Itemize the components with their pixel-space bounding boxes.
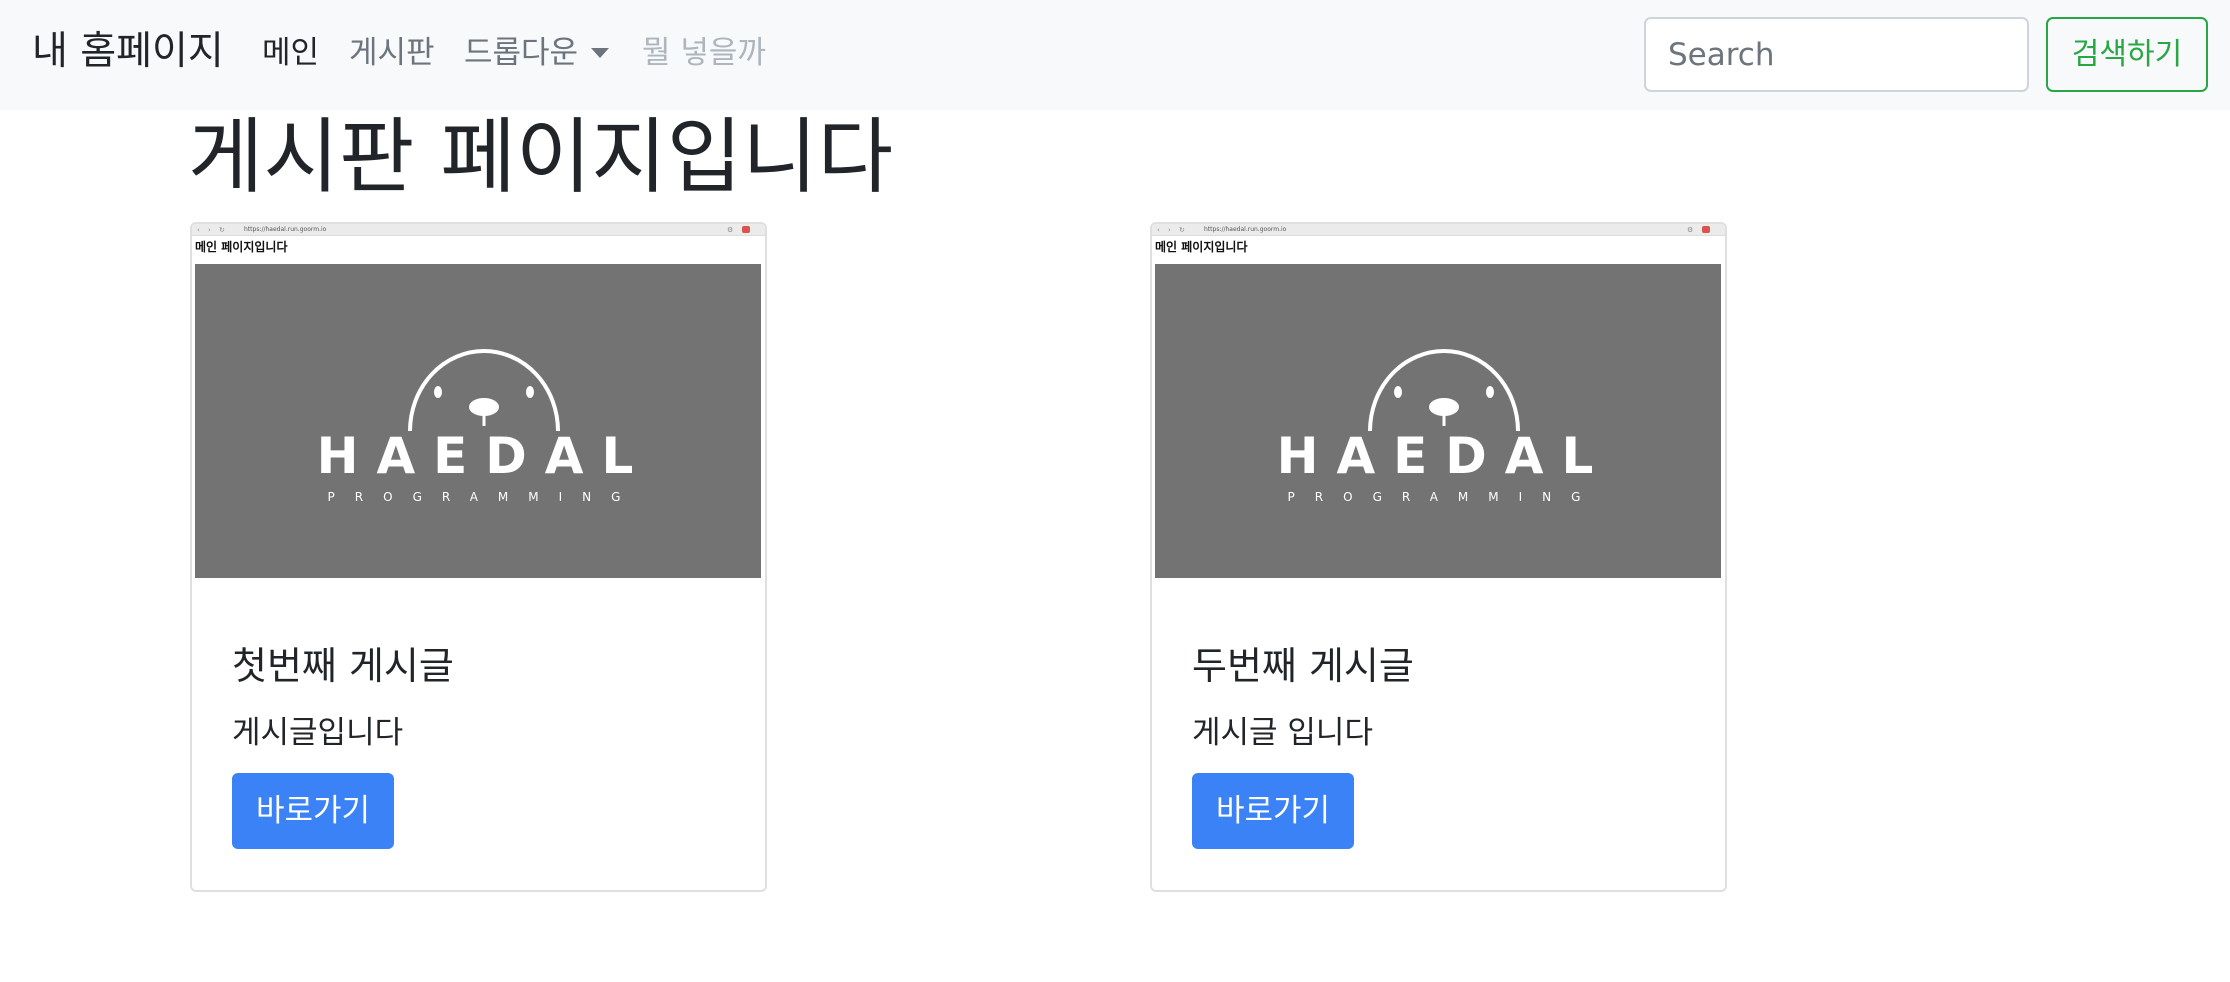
browser-extension-icon — [1702, 226, 1710, 233]
card-thumbnail: ‹ › ↻ https://haedal.run.goorm.io ⚙ 메인 페… — [192, 224, 765, 580]
nav-link-disabled: 뭘 넣을까 — [642, 35, 766, 71]
page-title: 게시판 페이지입니다 — [188, 110, 894, 205]
thumbnail-heading: 메인 페이지입니다 — [195, 240, 288, 254]
thumbnail-browser-bar: ‹ › ↻ https://haedal.run.goorm.io ⚙ — [192, 224, 765, 236]
haedal-banner: HAEDAL PROGRAMMING — [1155, 264, 1721, 578]
nav-link-board[interactable]: 게시판 — [349, 28, 435, 78]
card-body: 두번째 게시글 게시글 입니다 바로가기 — [1152, 580, 1725, 890]
browser-settings-icon: ⚙ — [727, 226, 734, 234]
browser-url: https://haedal.run.goorm.io — [244, 226, 327, 233]
browser-settings-icon: ⚙ — [1687, 226, 1694, 234]
browser-nav-icons: ‹ › ↻ — [197, 226, 228, 234]
navbar: 내 홈페이지 메인 게시판 드롭다운 뭘 넣을까 검색하기 — [0, 0, 2230, 110]
card-title: 첫번째 게시글 — [232, 644, 454, 688]
haedal-seal-logo-icon: HAEDAL PROGRAMMING — [1277, 349, 1612, 504]
svg-text:PROGRAMMING: PROGRAMMING — [1288, 490, 1601, 504]
thumbnail-browser-bar: ‹ › ↻ https://haedal.run.goorm.io ⚙ — [1152, 224, 1725, 236]
browser-nav-icons: ‹ › ↻ — [1157, 226, 1188, 234]
nav-dropdown-toggle[interactable]: 드롭다운 — [464, 28, 578, 78]
nav-link-main[interactable]: 메인 — [262, 28, 319, 78]
caret-down-icon[interactable] — [591, 48, 609, 58]
card-body: 첫번째 게시글 게시글입니다 바로가기 — [192, 580, 765, 890]
svg-text:PROGRAMMING: PROGRAMMING — [328, 490, 641, 504]
svg-text:HAEDAL: HAEDAL — [317, 427, 652, 485]
card-title: 두번째 게시글 — [1192, 644, 1414, 688]
haedal-banner: HAEDAL PROGRAMMING — [195, 264, 761, 578]
thumbnail-heading: 메인 페이지입니다 — [1155, 240, 1248, 254]
svg-text:HAEDAL: HAEDAL — [1277, 427, 1612, 485]
card-text: 게시글입니다 — [232, 715, 404, 751]
go-button[interactable]: 바로가기 — [1192, 773, 1354, 849]
card-thumbnail: ‹ › ↻ https://haedal.run.goorm.io ⚙ 메인 페… — [1152, 224, 1725, 580]
haedal-seal-logo-icon: HAEDAL PROGRAMMING — [317, 349, 652, 504]
search-button[interactable]: 검색하기 — [2046, 17, 2208, 92]
post-card: ‹ › ↻ https://haedal.run.goorm.io ⚙ 메인 페… — [1150, 222, 1727, 892]
navbar-brand[interactable]: 내 홈페이지 — [32, 24, 224, 80]
browser-url: https://haedal.run.goorm.io — [1204, 226, 1287, 233]
search-input[interactable] — [1644, 17, 2029, 92]
browser-extension-icon — [742, 226, 750, 233]
card-text: 게시글 입니다 — [1192, 715, 1373, 751]
post-card: ‹ › ↻ https://haedal.run.goorm.io ⚙ 메인 페… — [190, 222, 767, 892]
go-button[interactable]: 바로가기 — [232, 773, 394, 849]
